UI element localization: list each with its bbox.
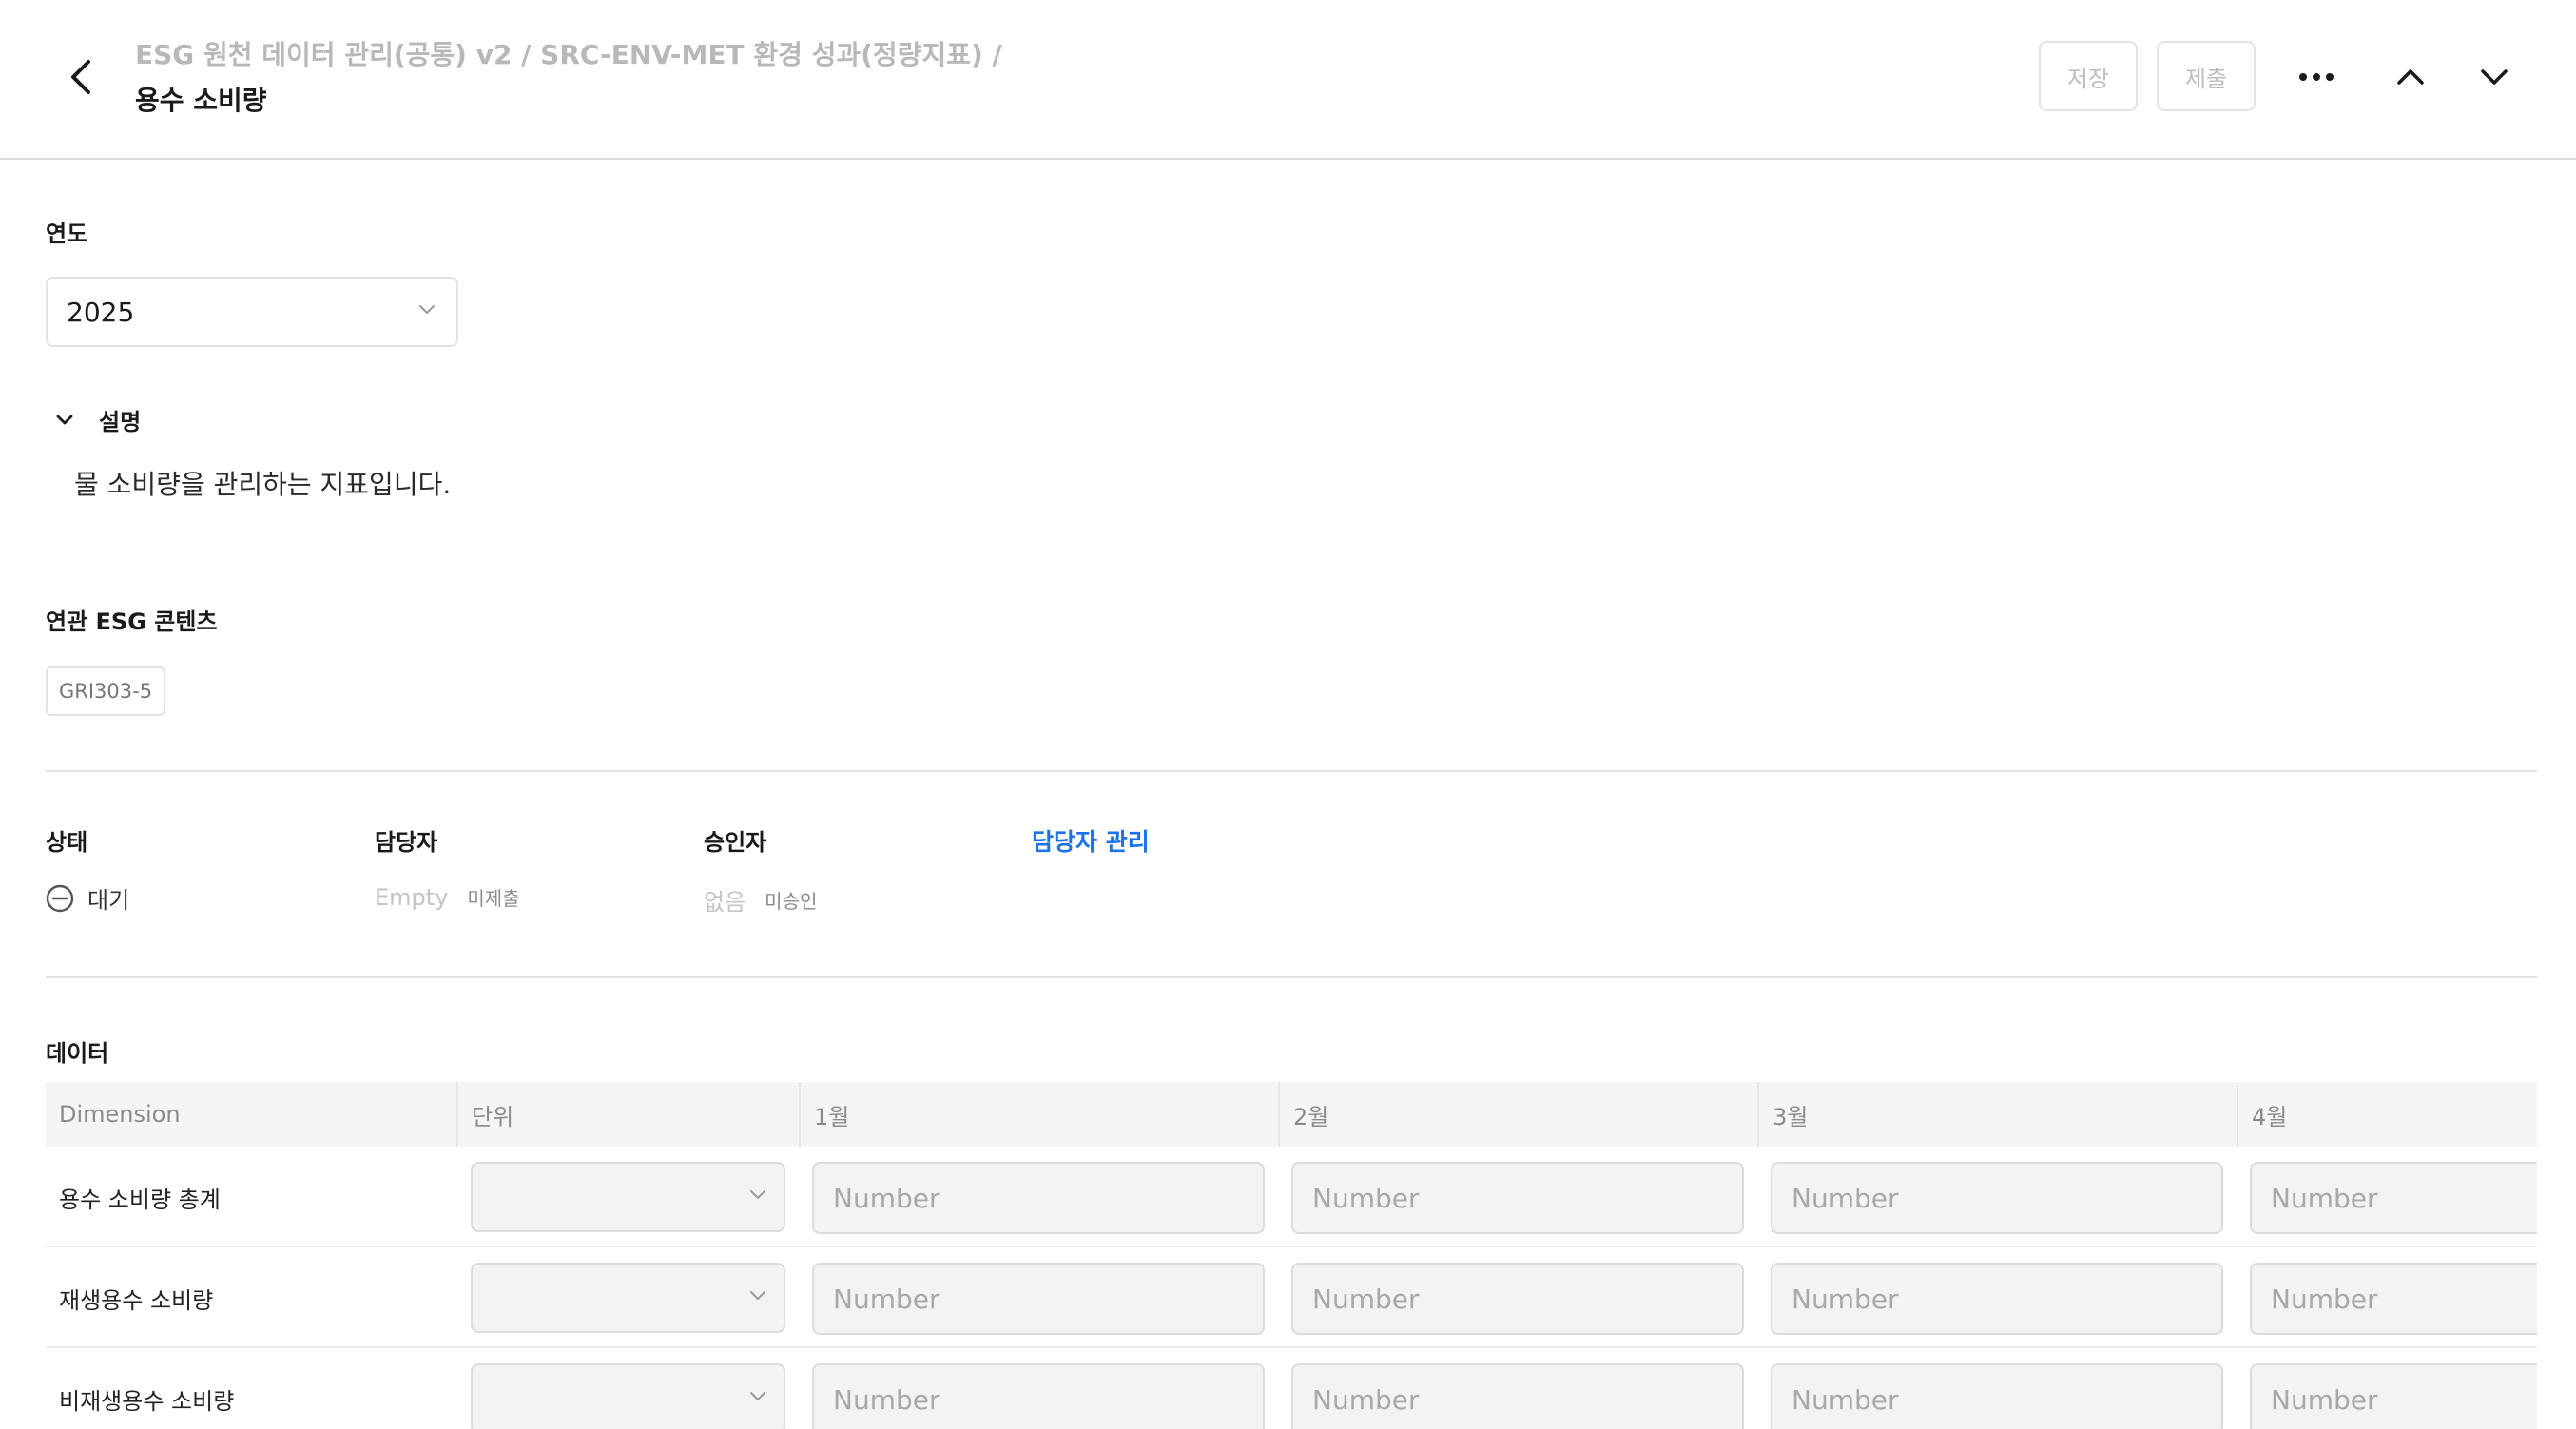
number-input-feb[interactable] <box>1291 1263 1744 1335</box>
chevron-down-icon <box>750 1190 765 1199</box>
next-item-button[interactable] <box>2467 49 2522 105</box>
assignee-value-wrap: Empty 미제출 <box>375 883 520 911</box>
assignee-state: 미제출 <box>467 887 520 910</box>
year-value: 2025 <box>67 296 135 328</box>
unit-select[interactable] <box>471 1162 785 1232</box>
approver-value: 없음 <box>704 889 746 916</box>
table-row: 비재생용수 소비량 <box>46 1348 2537 1429</box>
table-header: Dimension 단위 1월 2월 3월 4월 <box>46 1082 2537 1147</box>
dimension-cell: 용수 소비량 총계 <box>59 1186 221 1213</box>
unit-select[interactable] <box>471 1363 785 1429</box>
approver-label: 승인자 <box>704 829 767 856</box>
column-header-dimension: Dimension <box>59 1101 181 1128</box>
save-button[interactable]: 저장 <box>2039 41 2138 111</box>
divider <box>46 976 2537 978</box>
number-input-apr[interactable] <box>2250 1162 2537 1234</box>
back-button[interactable] <box>57 53 105 101</box>
assignee-field: 담당자 Empty 미제출 <box>375 823 520 911</box>
number-input-apr[interactable] <box>2250 1263 2537 1335</box>
data-section-label: 데이터 <box>46 1040 109 1067</box>
status-value-wrap: 대기 <box>46 881 129 915</box>
esg-tag[interactable]: GRI303-5 <box>46 666 166 716</box>
chevron-down-icon <box>750 1291 765 1300</box>
submit-button[interactable]: 제출 <box>2157 41 2256 111</box>
more-options-button[interactable] <box>2289 49 2344 105</box>
dimension-cell: 재생용수 소비량 <box>59 1286 214 1314</box>
assignee-label: 담당자 <box>375 829 438 856</box>
status-label: 상태 <box>46 829 88 856</box>
year-select[interactable]: 2025 <box>46 277 458 347</box>
status-value: 대기 <box>87 887 130 914</box>
minus-circle-icon <box>46 884 74 912</box>
divider <box>46 770 2537 772</box>
unit-select[interactable] <box>471 1263 785 1333</box>
approver-value-wrap: 없음 미승인 <box>704 883 817 917</box>
related-content-label: 연관 ESG 콘텐츠 <box>46 608 218 635</box>
number-input-mar[interactable] <box>1771 1263 2223 1335</box>
table-row: 재생용수 소비량 <box>46 1247 2537 1348</box>
number-input-mar[interactable] <box>1771 1162 2223 1234</box>
manage-assignee-link[interactable]: 담당자 관리 <box>1032 823 1150 858</box>
breadcrumb[interactable]: ESG 원천 데이터 관리(공통) v2 / SRC-ENV-MET 환경 성과… <box>135 34 1002 72</box>
assignee-value: Empty <box>375 883 449 911</box>
back-arrow-icon <box>71 60 90 94</box>
column-header-feb: 2월 <box>1278 1082 1328 1147</box>
chevron-down-icon <box>419 305 435 314</box>
number-input-jan[interactable] <box>812 1363 1265 1429</box>
chevron-up-icon <box>2397 69 2424 85</box>
previous-item-button[interactable] <box>2383 49 2438 105</box>
chevron-down-icon <box>2481 69 2508 85</box>
page-header: ESG 원천 데이터 관리(공통) v2 / SRC-ENV-MET 환경 성과… <box>0 0 2576 160</box>
number-input-feb[interactable] <box>1291 1162 1744 1234</box>
data-table: Dimension 단위 1월 2월 3월 4월 용수 소비량 총계 재생용수 … <box>46 1082 2537 1429</box>
approver-field: 승인자 없음 미승인 <box>704 823 817 917</box>
column-header-apr: 4월 <box>2237 1082 2287 1147</box>
approver-state: 미승인 <box>765 890 818 913</box>
number-input-jan[interactable] <box>812 1263 1265 1335</box>
number-input-feb[interactable] <box>1291 1363 1744 1429</box>
dimension-cell: 비재생용수 소비량 <box>59 1387 235 1415</box>
number-input-mar[interactable] <box>1771 1363 2223 1429</box>
number-input-jan[interactable] <box>812 1162 1265 1234</box>
description-label: 설명 <box>99 409 142 435</box>
chevron-down-icon <box>750 1392 765 1400</box>
column-header-unit: 단위 <box>456 1082 513 1147</box>
number-input-apr[interactable] <box>2250 1363 2537 1429</box>
column-header-mar: 3월 <box>1757 1082 1808 1147</box>
chevron-down-icon <box>56 415 73 424</box>
description-toggle[interactable]: 설명 <box>55 403 141 436</box>
page-title: 용수 소비량 <box>135 85 267 116</box>
column-header-jan: 1월 <box>799 1082 849 1147</box>
description-text: 물 소비량을 관리하는 지표입니다. <box>74 469 452 500</box>
more-icon <box>2299 73 2334 81</box>
table-row: 용수 소비량 총계 <box>46 1147 2537 1247</box>
status-field: 상태 대기 <box>46 823 129 915</box>
year-label: 연도 <box>46 221 88 247</box>
